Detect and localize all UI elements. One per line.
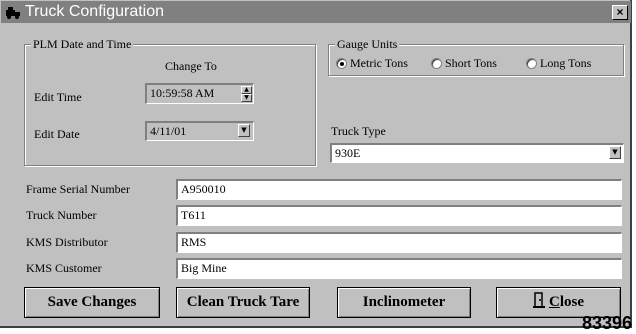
- truck-number-input[interactable]: T611: [176, 205, 622, 226]
- plm-group-legend: PLM Date and Time: [31, 37, 134, 52]
- edit-time-label: Edit Time: [34, 90, 82, 104]
- truck-app-icon: [6, 7, 20, 19]
- kms-distributor-value: RMS: [181, 235, 207, 249]
- inclinometer-button[interactable]: Inclinometer: [337, 287, 471, 318]
- door-exit-icon: [532, 292, 545, 308]
- close-icon[interactable]: ×: [612, 5, 628, 20]
- chevron-down-icon[interactable]: ▼: [609, 146, 621, 159]
- kms-distributor-label: KMS Distributor: [26, 235, 108, 249]
- truck-number-value: T611: [181, 208, 206, 222]
- truck-type-label: Truck Type: [331, 124, 386, 138]
- kms-customer-input[interactable]: Big Mine: [176, 258, 622, 279]
- frame-serial-value: A950010: [181, 182, 226, 196]
- kms-customer-value: Big Mine: [181, 261, 227, 275]
- frame-serial-input[interactable]: A950010: [176, 179, 622, 200]
- chevron-down-icon[interactable]: ▼: [238, 124, 250, 137]
- window-title: Truck Configuration: [25, 3, 165, 20]
- edit-time-field[interactable]: 10:59:58 AM: [145, 83, 254, 104]
- edit-date-label: Edit Date: [34, 127, 80, 141]
- short-tons-radio[interactable]: [431, 58, 442, 69]
- frame-serial-label: Frame Serial Number: [26, 182, 130, 196]
- edit-time-value: 10:59:58 AM: [150, 86, 215, 100]
- truck-number-label: Truck Number: [26, 208, 97, 222]
- short-tons-label[interactable]: Short Tons: [445, 56, 497, 71]
- close-mnemonic: C: [548, 294, 560, 310]
- truck-type-select[interactable]: 930E: [330, 143, 624, 163]
- save-changes-button[interactable]: Save Changes: [24, 287, 160, 318]
- truck-type-value: 930E: [335, 146, 361, 160]
- gauge-group-legend: Gauge Units: [335, 37, 400, 52]
- edit-date-value: 4/11/01: [150, 124, 187, 138]
- radio-selected-dot: [340, 62, 344, 66]
- metric-tons-radio[interactable]: [336, 58, 347, 69]
- kms-distributor-input[interactable]: RMS: [176, 232, 622, 253]
- truck-configuration-window: Truck Configuration × PLM Date and Time …: [0, 0, 632, 328]
- spin-down-icon[interactable]: ▼: [241, 94, 252, 102]
- close-label-rest: lose: [559, 294, 584, 310]
- clean-truck-tare-button[interactable]: Clean Truck Tare: [176, 287, 310, 318]
- change-to-label: Change To: [165, 59, 217, 73]
- figure-id: 83396: [582, 313, 633, 333]
- title-bar[interactable]: Truck Configuration ×: [1, 1, 631, 23]
- kms-customer-label: KMS Customer: [26, 261, 102, 275]
- spin-up-icon[interactable]: ▲: [241, 86, 252, 94]
- metric-tons-label[interactable]: Metric Tons: [350, 56, 408, 71]
- long-tons-radio[interactable]: [526, 58, 537, 69]
- long-tons-label[interactable]: Long Tons: [540, 56, 591, 71]
